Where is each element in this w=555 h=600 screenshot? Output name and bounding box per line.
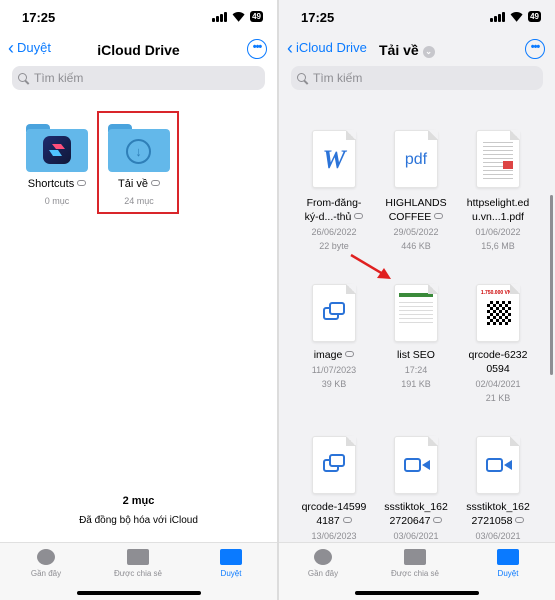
tab-recents[interactable]: Gần đây [6,549,86,578]
word-document-icon: W [312,130,356,188]
file-date: 01/06/2022 [475,227,521,237]
item-count: 2 mục [122,495,155,507]
navigation-bar: ‹ Duyệt iCloud Drive ••• [0,36,277,64]
cloud-icon [342,517,352,523]
status-bar: 17:25 49 [0,0,277,36]
file-name: ssstiktok_162 [384,501,448,513]
pdf-thumbnail [476,130,520,188]
tab-browse[interactable]: Duyệt [468,549,548,578]
file-size: 39 KB [321,379,347,389]
cloud-icon [354,213,364,219]
status-time: 17:25 [301,10,335,25]
clock-icon [314,549,332,565]
clock-icon [37,549,55,565]
folder-title-menu[interactable]: Tải về ⌄ [339,42,499,58]
shortcuts-app-icon [43,136,71,164]
folder-count: 0 mục [44,196,70,206]
cloud-icon [515,517,525,523]
qrcode-thumbnail: 1.750.000 VNĐ [476,284,520,342]
more-options-button[interactable]: ••• [525,39,545,59]
status-bar: 17:25 49 [279,0,555,36]
scrollbar[interactable] [550,195,553,375]
file-name-cont: 2721058 [456,514,540,528]
image-icon [312,284,356,342]
icloud-drive-screen: 17:25 49 ‹ Duyệt iCloud Drive ••• Shortc… [0,0,277,600]
file-date: 02/04/2021 [475,379,521,389]
search-icon [297,72,308,84]
wifi-icon [232,12,245,22]
file-size: 15,6 MB [481,241,515,251]
search-input[interactable] [34,71,234,85]
file-name-cont: 0594 [486,363,510,375]
wifi-icon [510,12,523,22]
red-arrow-annotation [350,253,391,279]
file-date: 17:24 [404,365,428,375]
file-name-cont: COFFEE [374,210,458,224]
tab-recents[interactable]: Gần đây [283,549,363,578]
file-name-cont: ký-d...-thủ [292,210,376,224]
file-date: 26/06/2022 [311,227,357,237]
pdf-icon: pdf [394,130,438,188]
battery-icon: 49 [250,11,263,22]
battery-icon: 49 [528,11,541,22]
status-time: 17:25 [22,10,56,25]
search-icon [18,72,29,84]
folder-name: Shortcuts [12,178,102,190]
status-icons: 49 [490,11,541,22]
file-size: 21 KB [485,393,511,403]
tab-bar: Gần đây Được chia sẻ Duyệt [279,542,555,600]
home-indicator [76,591,201,595]
file-date: 29/05/2022 [393,227,439,237]
cloud-icon [434,213,444,219]
folder-icon [220,549,242,565]
file-name: httpselight.ed [466,197,530,209]
page-title: iCloud Drive [97,42,180,58]
chevron-left-icon: ‹ [287,37,293,58]
cloud-icon [433,517,443,523]
tab-shared[interactable]: Được chia sẻ [98,549,178,578]
more-options-button[interactable]: ••• [247,39,267,59]
file-name: image [292,348,376,362]
chevron-down-icon: ⌄ [422,46,435,58]
file-name: ssstiktok_162 [466,501,530,513]
file-name: HIGHLANDS [385,197,447,209]
folder-icon [497,549,519,565]
shared-folder-icon [404,549,426,565]
file-name: qrcode-6232 [468,349,528,361]
file-name-cont: 2720647 [374,514,458,528]
file-name-cont: 4187 [292,514,376,528]
signal-icon [490,11,506,22]
search-bar[interactable] [12,66,265,90]
file-name: list SEO [397,349,435,361]
tab-bar: Gần đây Được chia sẻ Duyệt [0,542,277,600]
signal-icon [212,11,228,22]
home-indicator [355,591,479,595]
navigation-bar: ‹ iCloud Drive Tải về ⌄ ••• [279,36,555,64]
spreadsheet-thumbnail [394,284,438,342]
file-date: 11/07/2023 [311,365,357,375]
file-name: qrcode-14599 [301,501,367,513]
file-size: 191 KB [401,379,431,389]
cloud-icon [77,180,87,186]
image-icon [312,436,356,494]
page-title: Tải về [379,42,419,58]
status-icons: 49 [212,11,263,22]
video-icon [394,436,438,494]
folder-icon [26,124,88,172]
sync-status: Đã đồng bộ hóa với iCloud [79,515,198,526]
search-input[interactable] [313,71,513,85]
video-icon [476,436,520,494]
shared-folder-icon [127,549,149,565]
tab-shared[interactable]: Được chia sẻ [375,549,455,578]
file-name-cont: u.vn...1.pdf [472,211,524,223]
search-bar[interactable] [291,66,543,90]
tab-browse[interactable]: Duyệt [191,549,271,578]
highlight-box [97,111,179,214]
file-name: From-đăng- [306,197,362,209]
cloud-icon [345,351,355,357]
downloads-screen: 17:25 49 ‹ iCloud Drive Tải về ⌄ ••• W F… [279,0,555,600]
